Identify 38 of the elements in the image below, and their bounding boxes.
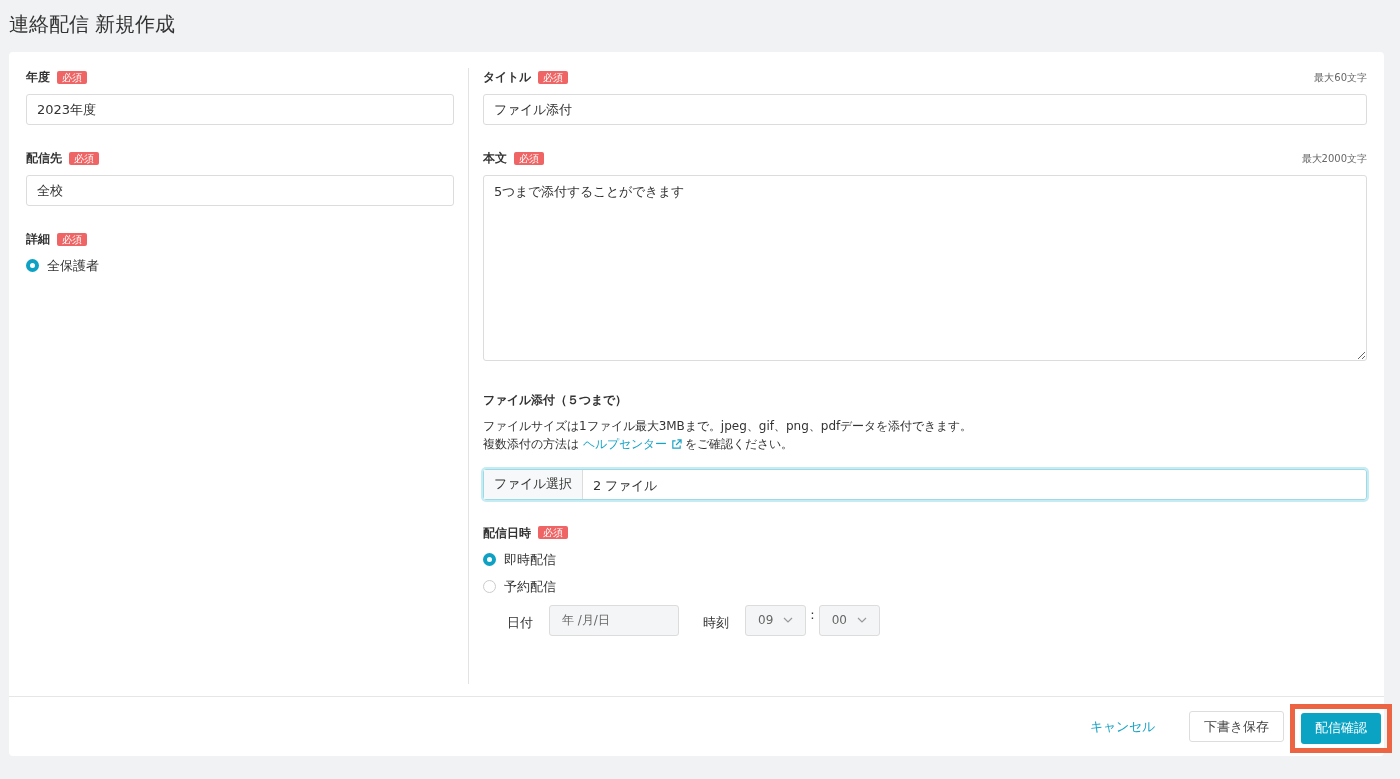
required-badge: 必須 [538,526,568,539]
file-input[interactable]: ファイル選択 2 ファイル [483,468,1367,500]
field-label: 本文 [483,150,507,167]
radio-label: 全保護者 [47,257,99,275]
char-limit: 最大2000文字 [1301,151,1367,166]
title-field[interactable]: ファイル添付 [483,94,1367,125]
radio-label: 予約配信 [504,578,556,596]
required-badge: 必須 [538,70,568,84]
field-label: 詳細 [26,231,50,248]
file-count: 2 ファイル [592,476,659,495]
select-value: 00 [831,612,847,629]
field-label: 年度 [26,69,50,86]
file-select-button[interactable]: ファイル選択 [484,469,583,499]
required-badge: 必須 [69,151,99,165]
save-draft-button[interactable]: 下書き保存 [1189,711,1284,742]
date-label: 日付 [507,613,533,632]
help-text: 複数添付の方法は ヘルプセンター をご確認ください。 [483,435,795,453]
time-label: 時刻 [703,613,729,632]
char-limit: 最大60文字 [1314,70,1367,85]
radio-button[interactable] [26,259,39,273]
external-link-icon [670,438,682,450]
text-field[interactable]: 全校 [26,175,454,206]
select-value: 09 [758,612,774,629]
field-label: 配信先 [26,150,62,167]
chevron-down-icon [856,617,867,623]
field-label: 配信日時 [483,524,531,542]
required-badge: 必須 [514,151,544,165]
body-textarea[interactable]: 5つまで添付することができます [483,175,1367,361]
chevron-down-icon [783,617,794,623]
section-label: ファイル添付（５つまで） [483,391,628,409]
radio-label: 即時配信 [504,550,556,569]
page-title: 連絡配信 新規作成 [8,11,177,36]
required-badge: 必須 [57,70,87,84]
help-text: ファイルサイズは1ファイル最大3MBまで。jpeg、gif、png、pdfデータを添付できます。 [483,417,974,435]
text-field[interactable]: 2023年度 [26,94,454,125]
time-separator: : [810,605,815,624]
required-badge: 必須 [57,232,87,246]
field-label: タイトル [483,69,531,86]
